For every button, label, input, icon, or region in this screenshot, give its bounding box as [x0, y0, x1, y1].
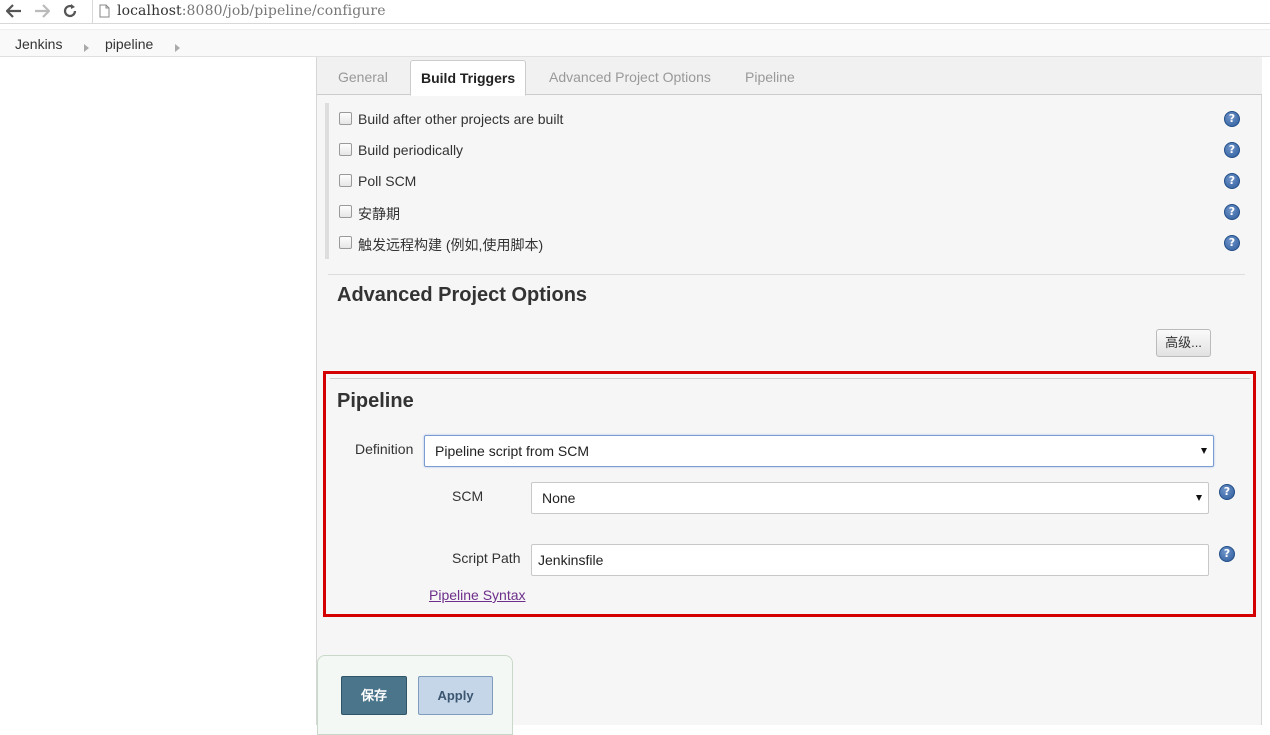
- dropdown-arrow-icon: [1196, 495, 1202, 501]
- pipeline-syntax-link[interactable]: Pipeline Syntax: [429, 587, 526, 603]
- url-host: localhost: [117, 3, 182, 19]
- right-border: [1261, 57, 1262, 725]
- scm-label: SCM: [452, 488, 484, 504]
- help-icon[interactable]: ?: [1224, 111, 1240, 127]
- definition-value: Pipeline script from SCM: [435, 443, 590, 459]
- page-icon: [99, 4, 110, 21]
- build-periodically-checkbox[interactable]: [339, 143, 352, 156]
- back-arrow-icon[interactable]: [4, 1, 24, 21]
- scm-value: None: [542, 490, 576, 506]
- help-icon[interactable]: ?: [1219, 546, 1235, 562]
- chevron-right-icon: [84, 39, 89, 55]
- help-icon[interactable]: ?: [1224, 235, 1240, 251]
- tab-general[interactable]: General: [338, 69, 388, 85]
- quiet-period-checkbox[interactable]: [339, 205, 352, 218]
- advanced-button[interactable]: 高级...: [1156, 329, 1211, 357]
- breadcrumb-jenkins[interactable]: Jenkins: [15, 36, 62, 52]
- section-indent-bar: [325, 103, 329, 259]
- address-bar[interactable]: localhost:8080/job/pipeline/configure: [92, 0, 1270, 23]
- breadcrumb-pipeline[interactable]: pipeline: [105, 36, 153, 52]
- tab-advanced-project-options[interactable]: Advanced Project Options: [549, 69, 711, 85]
- trigger-label: 安静期: [358, 206, 400, 222]
- tab-pipeline[interactable]: Pipeline: [745, 69, 795, 85]
- definition-label: Definition: [355, 441, 414, 457]
- advanced-options-heading: Advanced Project Options: [337, 284, 588, 306]
- scm-select[interactable]: None: [531, 482, 1209, 514]
- browser-toolbar: localhost:8080/job/pipeline/configure: [0, 0, 1270, 24]
- help-icon[interactable]: ?: [1219, 484, 1235, 500]
- chevron-right-icon: [175, 39, 180, 55]
- definition-select[interactable]: Pipeline script from SCM: [424, 435, 1214, 467]
- trigger-label: 触发远程构建 (例如,使用脚本): [358, 237, 544, 253]
- dropdown-arrow-icon: [1201, 448, 1207, 454]
- trigger-label: Build periodically: [358, 142, 464, 158]
- reload-icon[interactable]: [60, 1, 80, 21]
- build-after-other-checkbox[interactable]: [339, 112, 352, 125]
- forward-arrow-icon[interactable]: [32, 1, 52, 21]
- save-button[interactable]: 保存: [341, 676, 407, 715]
- script-path-input[interactable]: [531, 544, 1209, 576]
- help-icon[interactable]: ?: [1224, 204, 1240, 220]
- help-icon[interactable]: ?: [1224, 142, 1240, 158]
- trigger-label: Poll SCM: [358, 173, 417, 189]
- remote-build-checkbox[interactable]: [339, 236, 352, 249]
- help-icon[interactable]: ?: [1224, 173, 1240, 189]
- section-divider: [328, 274, 1245, 275]
- script-path-label: Script Path: [452, 550, 521, 566]
- tab-build-triggers[interactable]: Build Triggers: [410, 60, 527, 96]
- apply-button[interactable]: Apply: [418, 676, 493, 715]
- trigger-label: Build after other projects are built: [358, 111, 564, 127]
- pipeline-heading: Pipeline: [337, 390, 414, 412]
- url-path: :8080/job/pipeline/configure: [181, 3, 386, 19]
- poll-scm-checkbox[interactable]: [339, 174, 352, 187]
- url-text: localhost:8080/job/pipeline/configure: [117, 3, 386, 19]
- breadcrumb: Jenkins pipeline: [0, 29, 1270, 57]
